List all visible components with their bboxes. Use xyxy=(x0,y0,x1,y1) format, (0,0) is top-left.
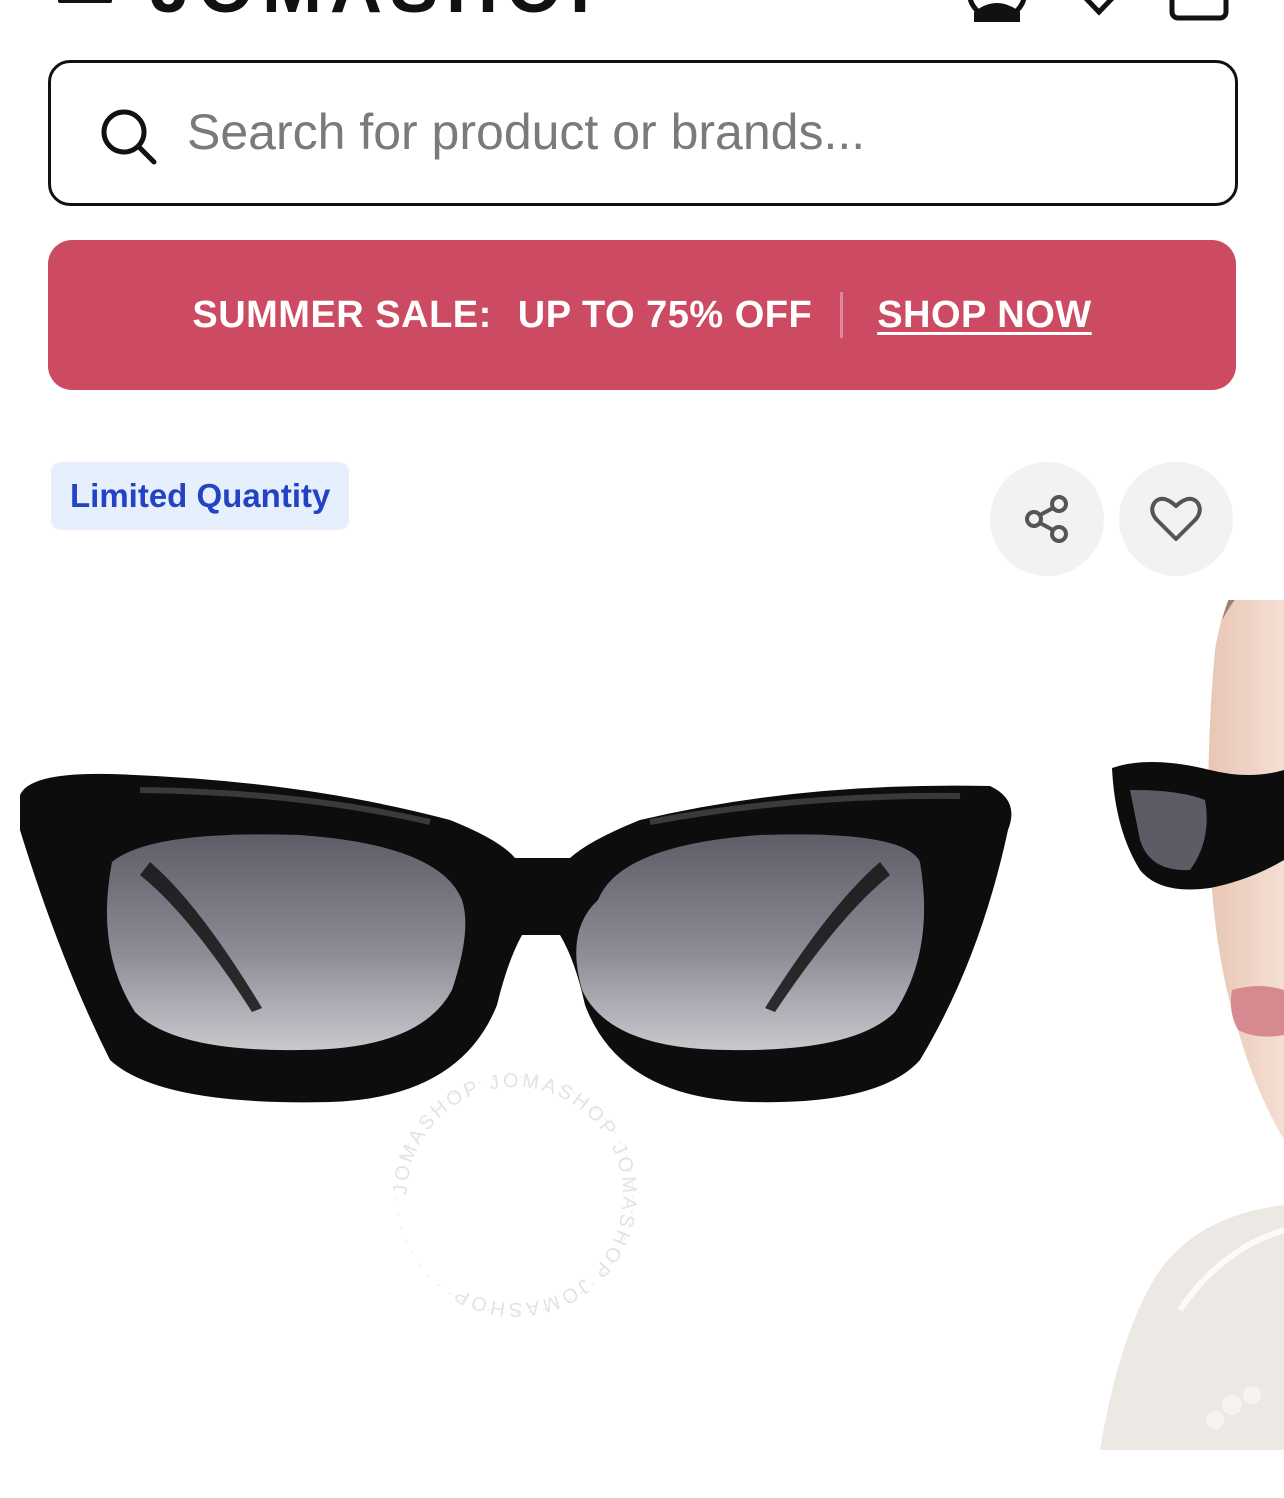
search-input[interactable] xyxy=(187,97,1187,167)
promo-label: SUMMER SALE: xyxy=(192,293,492,336)
product-image[interactable]: JOMASHOP JOMASHOP JOMASHOP JOMASHOP xyxy=(0,600,1284,1450)
left-lens xyxy=(106,834,466,1051)
hamburger-icon[interactable] xyxy=(58,0,112,14)
shop-now-link[interactable]: SHOP NOW xyxy=(877,294,1091,337)
watermark: JOMASHOP JOMASHOP JOMASHOP JOMASHOP xyxy=(390,1070,641,1320)
brand-logo[interactable]: JOMASHOP xyxy=(150,0,626,24)
limited-quantity-badge: Limited Quantity xyxy=(51,462,350,530)
promo-offer: UP TO 75% OFF xyxy=(517,293,813,336)
promo-divider xyxy=(840,292,844,338)
cart-icon[interactable] xyxy=(1168,0,1230,22)
watermark-text: JOMASHOP JOMASHOP JOMASHOP JOMASHOP xyxy=(390,1070,638,1320)
search-icon xyxy=(101,109,157,165)
right-lens xyxy=(576,834,925,1051)
search-bar[interactable] xyxy=(48,60,1238,206)
heart-icon xyxy=(1150,496,1202,541)
favorite-button[interactable] xyxy=(1119,462,1233,576)
wishlist-heart-icon[interactable] xyxy=(1068,0,1130,18)
model-photo xyxy=(1100,600,1284,1450)
user-icon[interactable] xyxy=(966,0,1028,22)
site-header: JOMASHOP xyxy=(0,0,1284,40)
promo-banner[interactable]: SUMMER SALE: UP TO 75% OFF SHOP NOW xyxy=(48,240,1236,390)
share-button[interactable] xyxy=(990,462,1104,576)
svg-text:JOMASHOP JOMASHOP JOMASHOP JOM: JOMASHOP JOMASHOP JOMASHOP JOMASHOP xyxy=(390,1070,641,1320)
share-icon xyxy=(1025,495,1068,543)
